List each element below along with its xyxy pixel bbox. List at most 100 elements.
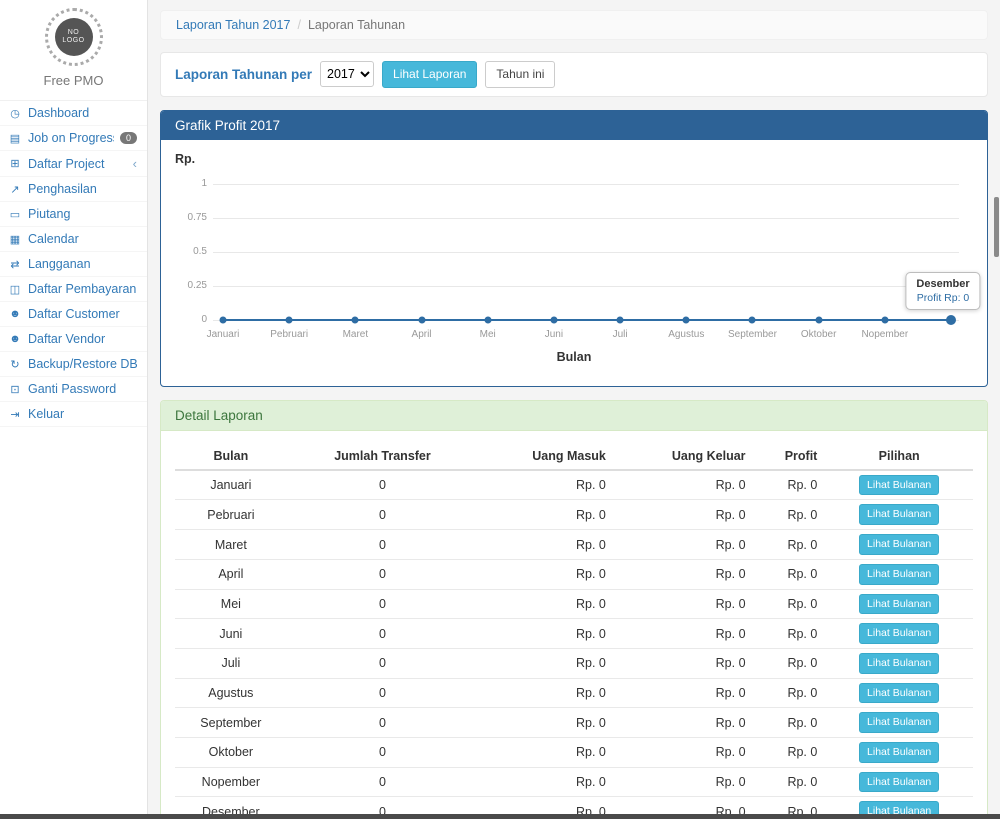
sidebar-item-piutang[interactable]: ▭Piutang (0, 202, 147, 227)
cell-in: Rp. 0 (478, 470, 614, 500)
cell-action: Lihat Bulanan (825, 589, 973, 619)
breadcrumb-separator: / (297, 18, 300, 32)
y-axis-tick-label: 1 (175, 178, 207, 189)
no-logo-inner: NO LOGO (55, 18, 93, 56)
table-row: Januari0Rp. 0Rp. 0Rp. 0Lihat Bulanan (175, 470, 973, 500)
chart-point-april[interactable] (418, 316, 425, 323)
chart-point-maret[interactable] (352, 316, 359, 323)
view-month-button[interactable]: Lihat Bulanan (859, 564, 939, 585)
cell-profit: Rp. 0 (754, 648, 826, 678)
cell-month: September (175, 708, 287, 738)
year-select[interactable]: 2017 (320, 61, 374, 87)
window-bottom-edge (0, 814, 1000, 819)
breadcrumb-link-laporan-tahun[interactable]: Laporan Tahun 2017 (176, 18, 290, 32)
sidebar-item-daftar-pembayaran[interactable]: ◫Daftar Pembayaran (0, 277, 147, 302)
table-row: Agustus0Rp. 0Rp. 0Rp. 0Lihat Bulanan (175, 678, 973, 708)
chart-point-januari[interactable] (220, 316, 227, 323)
sidebar-item-penghasilan[interactable]: ↗Penghasilan (0, 177, 147, 202)
view-month-button[interactable]: Lihat Bulanan (859, 653, 939, 674)
users-icon: ☻ (8, 333, 22, 345)
app-window: NO LOGO Free PMO ◷ Dashboard ▤Job on Progr… (0, 0, 1000, 819)
column-header-profit: Profit (754, 443, 826, 470)
cell-in: Rp. 0 (478, 589, 614, 619)
x-axis-tick-label: Juli (613, 329, 628, 340)
sidebar-item-job-on-progress[interactable]: ▤Job on Progress0 (0, 126, 147, 151)
column-header-jumlah-transfer: Jumlah Transfer (287, 443, 479, 470)
column-header-uang-masuk: Uang Masuk (478, 443, 614, 470)
brand-name: Free PMO (0, 73, 147, 88)
view-month-button[interactable]: Lihat Bulanan (859, 683, 939, 704)
cell-month: Oktober (175, 737, 287, 767)
sidebar-item-label: Keluar (28, 407, 139, 421)
chart-point-september[interactable] (749, 316, 756, 323)
cell-profit: Rp. 0 (754, 737, 826, 767)
sidebar-item-daftar-customer[interactable]: ☻Daftar Customer (0, 302, 147, 327)
x-axis-tick-label: Agustus (668, 329, 704, 340)
view-report-button[interactable]: Lihat Laporan (382, 61, 477, 88)
view-month-button[interactable]: Lihat Bulanan (859, 623, 939, 644)
chart-panel-title: Grafik Profit 2017 (161, 111, 987, 140)
cell-out: Rp. 0 (614, 559, 754, 589)
chart-point-oktober[interactable] (815, 316, 822, 323)
cell-in: Rp. 0 (478, 737, 614, 767)
chart-point-agustus[interactable] (683, 316, 690, 323)
cell-transfer: 0 (287, 648, 479, 678)
chart-gridline (213, 184, 959, 185)
table-row: Nopember0Rp. 0Rp. 0Rp. 0Lihat Bulanan (175, 767, 973, 797)
sidebar-item-label: Dashboard (28, 106, 139, 120)
sidebar-item-daftar-project[interactable]: ⊞Daftar Project‹ (0, 151, 147, 177)
sidebar-item-keluar[interactable]: ⇥ Keluar (0, 402, 147, 427)
chart-point-juli[interactable] (617, 316, 624, 323)
chart-gridline (213, 286, 959, 287)
sidebar-item-langganan[interactable]: ⇄Langganan (0, 252, 147, 277)
view-month-button[interactable]: Lihat Bulanan (859, 742, 939, 763)
chart-point-mei[interactable] (484, 316, 491, 323)
sidebar-item-daftar-vendor[interactable]: ☻ Daftar Vendor (0, 327, 147, 352)
cell-transfer: 0 (287, 619, 479, 649)
chart-gridline (213, 252, 959, 253)
sidebar-item-label: Langganan (28, 257, 139, 271)
chart-point-desember[interactable] (946, 315, 956, 325)
scrollbar-thumb[interactable] (994, 197, 999, 257)
x-axis-tick-label: Oktober (801, 329, 837, 340)
line-chart-icon: ↗ (8, 183, 22, 196)
sidebar: NO LOGO Free PMO ◷ Dashboard ▤Job on Progr… (0, 0, 148, 819)
table-row: Maret0Rp. 0Rp. 0Rp. 0Lihat Bulanan (175, 530, 973, 560)
cell-transfer: 0 (287, 708, 479, 738)
sidebar-item-label: Calendar (28, 232, 139, 246)
view-month-button[interactable]: Lihat Bulanan (859, 594, 939, 615)
cell-out: Rp. 0 (614, 619, 754, 649)
chart-gridline (213, 218, 959, 219)
sidebar-item-dashboard[interactable]: ◷ Dashboard (0, 101, 147, 126)
view-month-button[interactable]: Lihat Bulanan (859, 534, 939, 555)
payment-icon: ◫ (8, 283, 22, 296)
cell-month: Juli (175, 648, 287, 678)
sidebar-item-backup-restore-db[interactable]: ↻Backup/Restore DB (0, 352, 147, 377)
cell-out: Rp. 0 (614, 648, 754, 678)
chart-point-juni[interactable] (550, 316, 557, 323)
sidebar-item-ganti-password[interactable]: ⊡Ganti Password (0, 377, 147, 402)
view-month-button[interactable]: Lihat Bulanan (859, 772, 939, 793)
sidebar-item-calendar[interactable]: ▦Calendar (0, 227, 147, 252)
column-header-uang-keluar: Uang Keluar (614, 443, 754, 470)
cell-out: Rp. 0 (614, 767, 754, 797)
view-month-button[interactable]: Lihat Bulanan (859, 504, 939, 525)
cell-transfer: 0 (287, 767, 479, 797)
this-year-button[interactable]: Tahun ini (485, 61, 555, 88)
profit-chart-panel: Grafik Profit 2017 Rp. Bulan 10.750.50.2… (160, 110, 988, 387)
view-month-button[interactable]: Lihat Bulanan (859, 475, 939, 496)
sidebar-item-label: Daftar Vendor (28, 332, 139, 346)
cell-in: Rp. 0 (478, 530, 614, 560)
cell-action: Lihat Bulanan (825, 619, 973, 649)
chart-point-nopember[interactable] (881, 316, 888, 323)
view-month-button[interactable]: Lihat Bulanan (859, 712, 939, 733)
cell-in: Rp. 0 (478, 559, 614, 589)
chart-point-pebruari[interactable] (286, 316, 293, 323)
chart-panel-body: Rp. Bulan 10.750.50.250JanuariPebruariMa… (161, 140, 987, 386)
cell-in: Rp. 0 (478, 708, 614, 738)
report-table-body: Januari0Rp. 0Rp. 0Rp. 0Lihat BulananPebr… (175, 470, 973, 819)
dashboard-icon: ◷ (8, 107, 22, 120)
sign-out-icon: ⇥ (8, 408, 22, 421)
cell-action: Lihat Bulanan (825, 559, 973, 589)
report-table-header-row: BulanJumlah TransferUang MasukUang Kelua… (175, 443, 973, 470)
